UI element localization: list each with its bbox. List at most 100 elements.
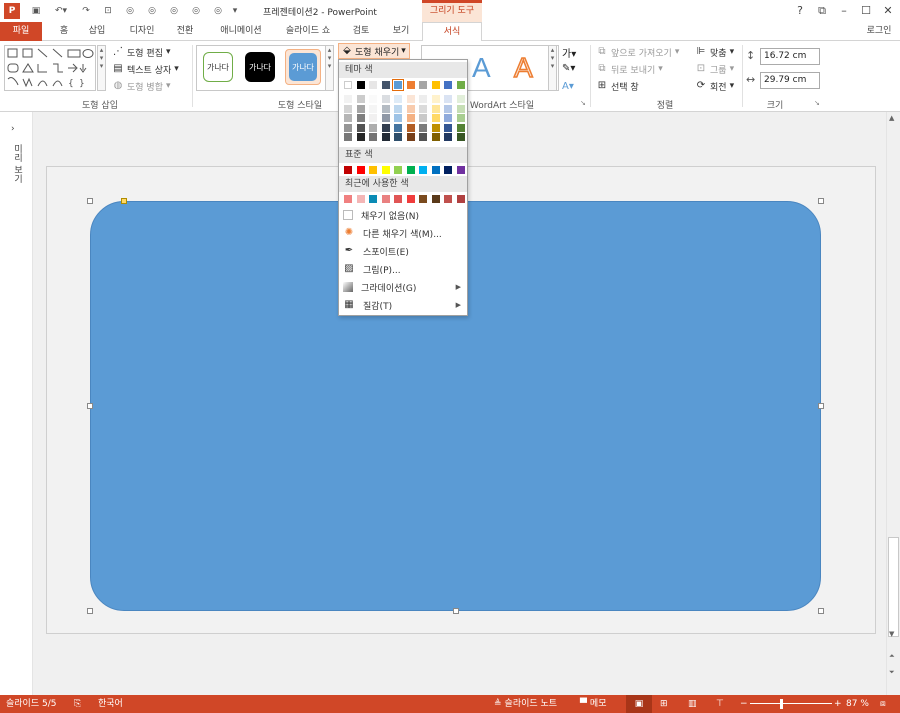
theme-shade-swatch[interactable] [394, 123, 402, 132]
fit-to-window-icon[interactable]: ⧈ [880, 695, 886, 713]
theme-shade-swatch[interactable] [419, 133, 427, 141]
shape-height-input[interactable]: 16.72 cm [760, 48, 820, 65]
recent-color-swatch[interactable] [456, 195, 465, 203]
tab-animations[interactable]: 애니메이션 [212, 22, 270, 41]
theme-shade-swatch[interactable] [419, 104, 427, 113]
shape2-icon[interactable]: ◎ [144, 3, 160, 19]
scroll-up-icon[interactable]: ▲ [889, 114, 894, 122]
theme-shade-swatch[interactable] [369, 123, 377, 132]
theme-shade-swatch[interactable] [444, 95, 452, 103]
close-button[interactable]: ✕ [878, 3, 898, 19]
wordart-style-orange[interactable]: A [513, 51, 533, 84]
theme-color-swatch[interactable] [444, 81, 452, 89]
vertical-scrollbar[interactable]: ▲ ▼ ⏶ ⏷ [886, 112, 900, 695]
theme-shade-swatch[interactable] [456, 133, 465, 141]
recent-color-swatch[interactable] [419, 195, 427, 203]
theme-shade-swatch[interactable] [456, 114, 465, 122]
shape4-icon[interactable]: ◎ [188, 3, 204, 19]
dialog-launcher-icon[interactable]: ↘ [580, 99, 586, 107]
previous-slide-icon[interactable]: ⏶ [889, 652, 895, 661]
tab-slideshow[interactable]: 슬라이드 쇼 [278, 22, 338, 41]
theme-color-swatch[interactable] [381, 81, 390, 89]
theme-color-swatch[interactable] [392, 79, 404, 91]
theme-color-swatch[interactable] [431, 81, 440, 89]
shapes-gallery-scroll[interactable]: ▴ ▾ ▾ [97, 45, 106, 91]
edit-shape-button[interactable]: ⋰ 도형 편집 ▾ [112, 44, 171, 60]
zoom-in-icon[interactable]: + [834, 695, 842, 713]
tab-transitions[interactable]: 전환 [170, 22, 200, 41]
theme-shade-swatch[interactable] [356, 104, 365, 113]
resize-handle[interactable] [818, 198, 824, 204]
zoom-out-icon[interactable]: − [740, 695, 748, 713]
theme-color-swatch[interactable] [419, 81, 427, 89]
selection-pane-button[interactable]: ⊞ 선택 창 [596, 78, 639, 94]
recent-color-swatch[interactable] [356, 195, 365, 203]
shape3-icon[interactable]: ◎ [166, 3, 182, 19]
redo-icon[interactable]: ↷ [78, 3, 94, 19]
login-link[interactable]: 로그인 [864, 22, 894, 41]
tab-file[interactable]: 파일 [0, 22, 42, 41]
shape-icon[interactable]: ◎ [122, 3, 138, 19]
group-button[interactable]: ⊡ 그룹 ▾ [695, 61, 734, 77]
comments-button[interactable]: ▀ 메모 [580, 695, 606, 713]
recent-color-swatch[interactable] [369, 195, 377, 203]
theme-color-swatch[interactable] [406, 81, 415, 89]
theme-shade-swatch[interactable] [444, 104, 452, 113]
theme-shade-swatch[interactable] [406, 95, 415, 103]
theme-shade-swatch[interactable] [431, 133, 440, 141]
gradient-fill-item[interactable]: 그라데이션(G) ▶ [339, 278, 467, 296]
text-fill-icon[interactable]: 가▾ [562, 45, 576, 60]
picture-fill-item[interactable]: ▨ 그림(P)... [339, 260, 467, 278]
tab-design[interactable]: 디자인 [124, 22, 160, 41]
theme-color-swatch[interactable] [369, 81, 377, 89]
wordart-style-blue[interactable]: A [472, 52, 491, 84]
resize-handle[interactable] [818, 608, 824, 614]
maximize-button[interactable]: ☐ [856, 3, 876, 19]
scroll-down-icon[interactable]: ▼ [889, 630, 894, 638]
standard-color-swatch[interactable] [456, 166, 465, 174]
resize-handle[interactable] [87, 608, 93, 614]
spell-check-icon[interactable]: ⎘ [74, 695, 81, 713]
tab-view[interactable]: 보기 [388, 22, 414, 41]
shape-style-outline[interactable]: 가나다 [203, 52, 233, 82]
no-fill-item[interactable]: 채우기 없음(N) [339, 206, 467, 224]
theme-shade-swatch[interactable] [369, 95, 377, 103]
theme-shade-swatch[interactable] [381, 133, 390, 141]
shapes-gallery[interactable]: {} [4, 45, 96, 91]
save-icon[interactable]: ▣ [28, 3, 44, 19]
zoom-slider-thumb[interactable] [780, 699, 783, 709]
theme-shade-swatch[interactable] [456, 123, 465, 132]
standard-color-swatch[interactable] [344, 166, 352, 174]
help-button[interactable]: ? [790, 3, 810, 19]
standard-color-swatch[interactable] [356, 166, 365, 174]
theme-shade-swatch[interactable] [419, 95, 427, 103]
text-box-button[interactable]: ▤ 텍스트 상자 ▾ [112, 61, 179, 77]
align-button[interactable]: ⊫ 맞춤 ▾ [695, 44, 734, 60]
merge-shapes-button[interactable]: ◍ 도형 병합 ▾ [112, 78, 171, 94]
text-outline-icon[interactable]: ✎▾ [562, 63, 575, 74]
theme-shade-swatch[interactable] [456, 95, 465, 103]
theme-shade-swatch[interactable] [344, 114, 352, 122]
size-dialog-launcher-icon[interactable]: ↘ [814, 99, 820, 107]
theme-shade-swatch[interactable] [394, 104, 402, 113]
next-slide-icon[interactable]: ⏷ [889, 668, 895, 677]
normal-view-icon[interactable]: ▣ [626, 695, 652, 713]
theme-shade-swatch[interactable] [419, 114, 427, 122]
theme-shade-swatch[interactable] [406, 114, 415, 122]
theme-shade-swatch[interactable] [369, 133, 377, 141]
standard-color-swatch[interactable] [431, 166, 440, 174]
theme-shade-swatch[interactable] [444, 114, 452, 122]
eyedropper-item[interactable]: ✒ 스포이트(E) [339, 242, 467, 260]
theme-shade-swatch[interactable] [381, 114, 390, 122]
reading-view-icon[interactable]: ▥ [688, 695, 697, 713]
theme-shade-swatch[interactable] [419, 123, 427, 132]
thumbnail-pane-collapsed[interactable]: › 미리 보기 [0, 112, 33, 695]
theme-shade-swatch[interactable] [406, 133, 415, 141]
tab-review[interactable]: 검토 [348, 22, 374, 41]
theme-shade-swatch[interactable] [431, 95, 440, 103]
standard-color-swatch[interactable] [394, 166, 402, 174]
recent-color-swatch[interactable] [406, 195, 415, 203]
standard-color-swatch[interactable] [444, 166, 452, 174]
tab-insert[interactable]: 삽입 [84, 22, 110, 41]
theme-shade-swatch[interactable] [431, 123, 440, 132]
